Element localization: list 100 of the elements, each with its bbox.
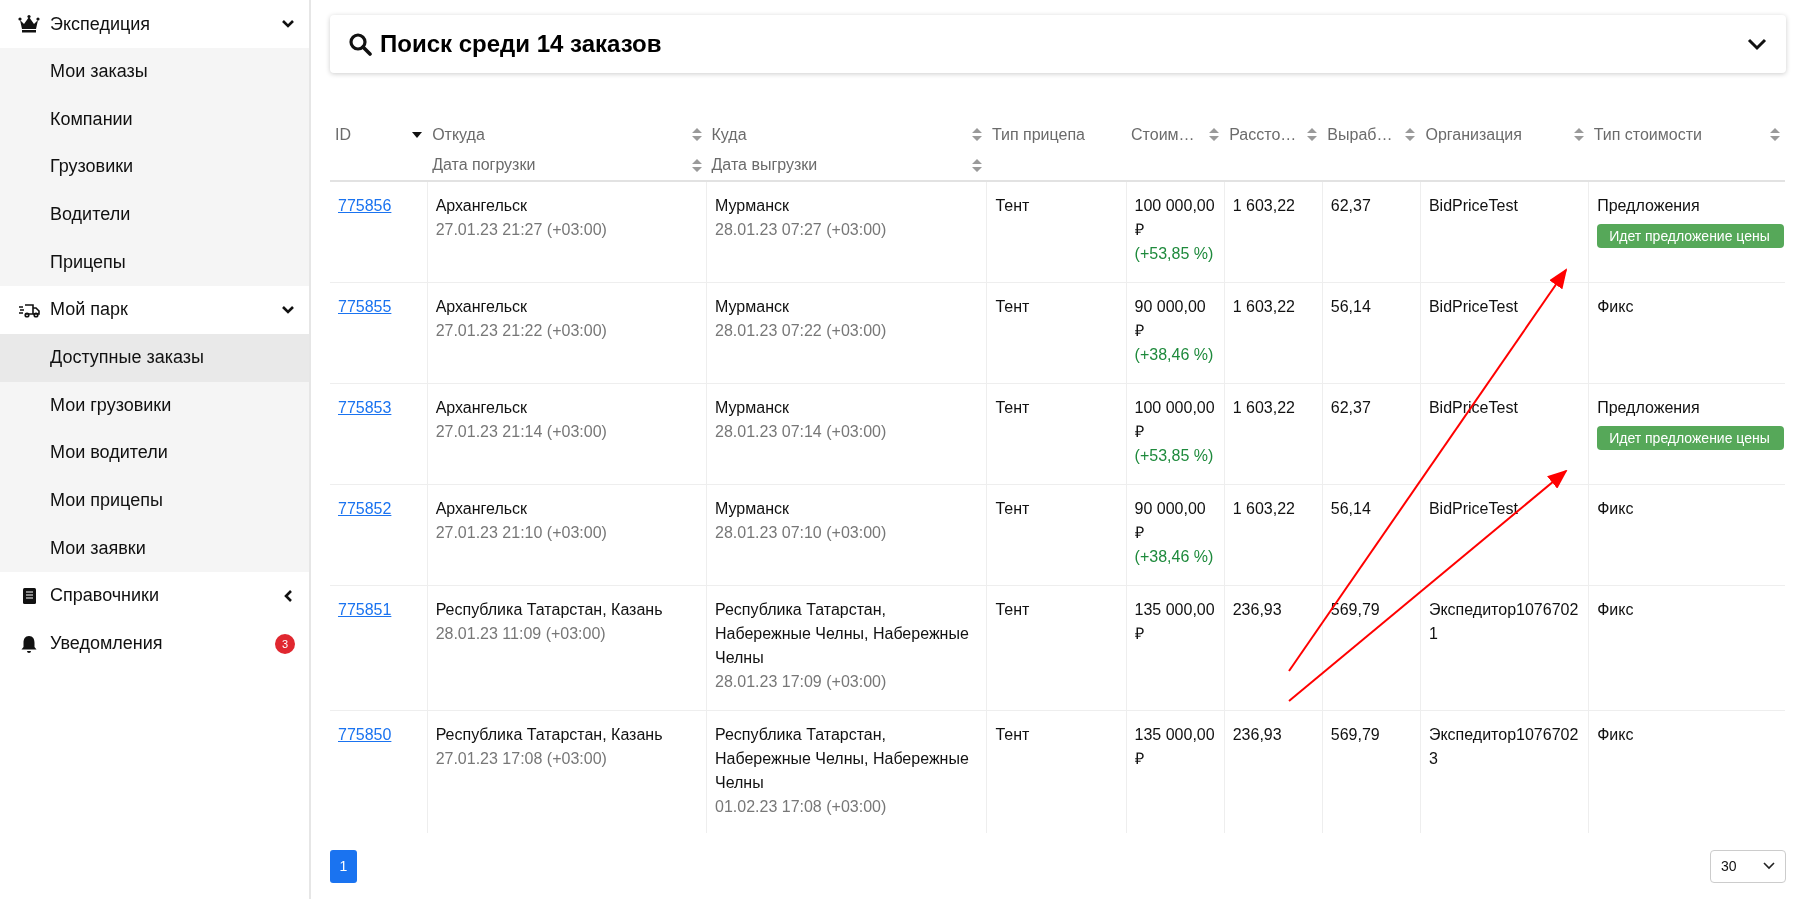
column-header: ID — [335, 124, 351, 145]
destination-city: Мурманск — [715, 398, 790, 418]
sidebar-group-label: Мой парк — [50, 298, 129, 322]
destination-city: Мурманск — [715, 196, 790, 216]
sort-icon — [1770, 128, 1780, 141]
price: 100 000,00 ₽ — [1134, 196, 1216, 240]
sidebar-item[interactable]: Мои грузовики — [0, 381, 309, 430]
sidebar-item[interactable]: Водители — [0, 190, 309, 239]
column-header: Выраб… — [1327, 124, 1393, 145]
sidebar-item[interactable]: Мои заказы — [0, 48, 309, 96]
sidebar-item[interactable]: Мои прицепы — [0, 476, 309, 525]
search-panel-header[interactable]: Поиск среди 14 заказов — [330, 15, 1786, 73]
sidebar-group-label: Экспедиция — [50, 12, 152, 36]
sort-icon — [1573, 128, 1584, 141]
rate-per-km: 56,14 — [1330, 297, 1372, 317]
status-badge: Идет предложение цены — [1597, 426, 1784, 450]
origin-city: Архангельск — [435, 297, 529, 317]
order-id-link[interactable]: 775850 — [338, 726, 392, 743]
price-type: Фикс — [1597, 297, 1635, 317]
price: 135 000,00 ₽ — [1134, 600, 1216, 644]
price: 90 000,00 ₽ — [1134, 499, 1207, 543]
distance: 1 603,22 — [1232, 297, 1296, 317]
distance: 1 603,22 — [1232, 196, 1296, 216]
sort-icon — [971, 128, 982, 141]
organization: Экспедитор10767023 — [1428, 725, 1580, 769]
column-subheader: Дата выгрузки — [711, 155, 818, 175]
loading-date: 27.01.23 17:08 (+03:00) — [435, 749, 608, 769]
rate-per-km: 569,79 — [1330, 600, 1381, 620]
column-subheader: Дата погрузки — [432, 155, 536, 175]
search-title: Поиск среди 14 заказов — [380, 29, 663, 59]
crown-icon — [18, 14, 40, 34]
price-change: (+53,85 %) — [1134, 244, 1215, 264]
order-id-link[interactable]: 775851 — [338, 601, 392, 618]
origin-city: Архангельск — [435, 398, 529, 418]
sidebar-item[interactable]: Доступные заказы — [0, 333, 309, 382]
page-button[interactable]: 1 — [330, 849, 357, 883]
destination-city: Мурманск — [715, 499, 790, 519]
column-header: Откуда — [432, 124, 485, 145]
column-header: Организация — [1425, 124, 1522, 145]
sort-icon — [971, 158, 982, 172]
unloading-date: 01.02.23 17:08 (+03:00) — [715, 797, 888, 817]
price: 90 000,00 ₽ — [1134, 297, 1207, 341]
destination-city: Мурманск — [715, 297, 790, 317]
chevron-down-icon — [1763, 862, 1775, 870]
sidebar-group-label: Уведомления — [50, 632, 164, 656]
page-size-select[interactable]: 30 — [1710, 849, 1786, 883]
rate-per-km: 62,37 — [1330, 398, 1372, 418]
order-id-link[interactable]: 775856 — [338, 197, 392, 214]
column-header: Рассто… — [1229, 124, 1297, 145]
trailer-type: Тент — [995, 297, 1031, 317]
sidebar-item[interactable]: Компании — [0, 95, 309, 144]
distance: 236,93 — [1232, 600, 1283, 620]
price-type: Фикс — [1597, 499, 1635, 519]
sort-icon — [1209, 128, 1220, 141]
sort-icon — [1307, 128, 1318, 141]
sidebar-group-label: Справочники — [50, 584, 161, 608]
sort-icon — [691, 158, 702, 172]
sort-icon — [691, 128, 702, 141]
status-badge: Идет предложение цены — [1597, 224, 1784, 248]
sidebar-item[interactable]: Грузовики — [0, 143, 309, 191]
price-change: (+38,46 %) — [1134, 345, 1215, 365]
notification-count: 3 — [275, 633, 295, 654]
price-type: Предложения — [1597, 398, 1701, 418]
sort-descending-icon — [412, 131, 423, 138]
unloading-date: 28.01.23 17:09 (+03:00) — [715, 672, 888, 692]
unloading-date: 28.01.23 07:22 (+03:00) — [715, 321, 888, 341]
sort-icon — [1405, 128, 1416, 141]
sidebar-item[interactable]: Мои водители — [0, 429, 309, 477]
organization: BidPriceTest — [1428, 297, 1519, 317]
column-header: Стоим… — [1131, 124, 1195, 145]
sidebar-item[interactable]: Мои заявки — [0, 524, 309, 572]
origin-city: Архангельск — [435, 196, 529, 216]
destination-city: Республика Татарстан, Набережные Челны, Набережные Челны — [715, 600, 970, 668]
price-type: Предложения — [1597, 196, 1701, 216]
distance: 1 603,22 — [1232, 499, 1296, 519]
price-change: (+53,85 %) — [1134, 446, 1215, 466]
order-id-link[interactable]: 775855 — [338, 298, 392, 315]
loading-date: 27.01.23 21:14 (+03:00) — [435, 422, 608, 442]
origin-city: Архангельск — [435, 499, 529, 519]
origin-city: Республика Татарстан, Казань — [435, 600, 664, 620]
distance: 1 603,22 — [1232, 398, 1296, 418]
trailer-type: Тент — [995, 600, 1031, 620]
rate-per-km: 56,14 — [1330, 499, 1372, 519]
loading-date: 27.01.23 21:10 (+03:00) — [435, 523, 608, 543]
rate-per-km: 569,79 — [1330, 725, 1381, 745]
destination-city: Республика Татарстан, Набережные Челны, Набережные Челны — [715, 725, 970, 793]
loading-date: 28.01.23 11:09 (+03:00) — [435, 624, 607, 644]
organization: BidPriceTest — [1428, 196, 1519, 216]
origin-city: Республика Татарстан, Казань — [435, 725, 664, 745]
column-header: Тип прицепа — [991, 124, 1085, 145]
search-icon — [348, 32, 372, 56]
price-change: (+38,46 %) — [1134, 547, 1215, 567]
price: 100 000,00 ₽ — [1134, 398, 1216, 442]
sidebar-item[interactable]: Прицепы — [0, 238, 309, 286]
order-id-link[interactable]: 775852 — [338, 500, 392, 517]
trailer-type: Тент — [995, 499, 1031, 519]
unloading-date: 28.01.23 07:27 (+03:00) — [715, 220, 888, 240]
unloading-date: 28.01.23 07:14 (+03:00) — [715, 422, 888, 442]
rate-per-km: 62,37 — [1330, 196, 1372, 216]
order-id-link[interactable]: 775853 — [338, 399, 392, 416]
